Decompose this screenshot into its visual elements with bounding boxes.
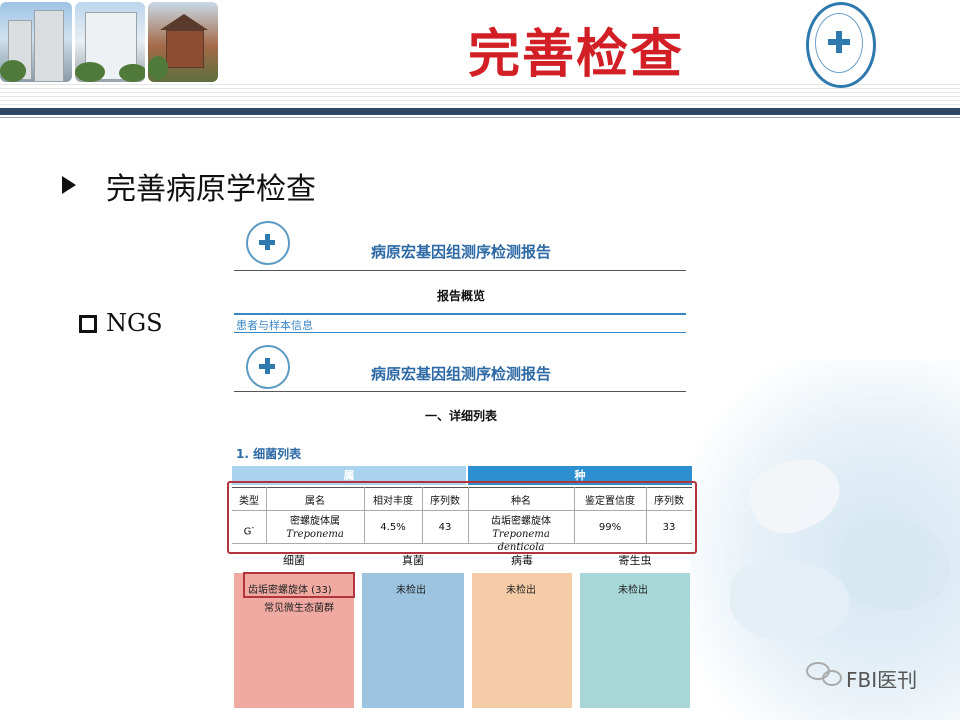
- hospital-seal-icon: [806, 2, 876, 88]
- fungi-result: 未检出: [396, 585, 426, 596]
- hospital-building-photo: [0, 2, 72, 82]
- patient-info-label: 患者与样本信息: [236, 319, 313, 332]
- report-subsection: 1. 细菌列表: [236, 447, 302, 461]
- category-box-parasite: 未检出: [580, 573, 690, 708]
- bullet-text: 完善病原学检查: [106, 172, 316, 207]
- report-title: 病原宏基因组测序检测报告: [370, 243, 551, 261]
- watermark-text: FBI医刊: [846, 668, 918, 692]
- report-rule: [234, 332, 686, 333]
- page-title: 完善检查: [468, 25, 685, 85]
- tree-shape: [0, 60, 26, 82]
- header-stripes: [0, 84, 960, 106]
- pavilion-shape: [166, 30, 204, 68]
- report-overview: 报告概览: [436, 289, 485, 303]
- report-rule: [234, 313, 686, 315]
- wechat-icon-bubble: [822, 670, 842, 686]
- gown-shape: [730, 560, 850, 640]
- report-rule: [234, 391, 686, 392]
- seal-cross-icon: [828, 31, 850, 53]
- tree-shape: [119, 64, 145, 82]
- roof-shape: [160, 14, 208, 30]
- traditional-pavilion-photo: [148, 2, 218, 82]
- highlight-box-result: [243, 572, 355, 598]
- gown-shape: [840, 520, 950, 610]
- building-shape: [34, 10, 64, 82]
- parasite-result: 未检出: [618, 585, 648, 596]
- hospital-tower-photo: [75, 2, 145, 82]
- category-label-parasite: 寄生虫: [618, 554, 652, 567]
- category-label-bacteria: 细菌: [283, 554, 305, 567]
- category-label-fungi: 真菌: [402, 554, 424, 567]
- report-title-2: 病原宏基因组测序检测报告: [370, 365, 551, 383]
- report-section: 一、详细列表: [424, 409, 497, 423]
- virus-result: 未检出: [506, 585, 536, 596]
- highlight-box-table: [227, 481, 697, 554]
- header-rule: [0, 108, 960, 115]
- ngs-label: NGS: [106, 309, 163, 337]
- arrow-bullet-icon: [62, 176, 76, 194]
- report-rule: [234, 270, 686, 271]
- header-rule-thin: [0, 117, 960, 118]
- tree-shape: [148, 56, 168, 80]
- category-box-virus: 未检出: [472, 573, 572, 708]
- category-box-fungi: 未检出: [362, 573, 464, 708]
- bacteria-note: 常见微生态菌群: [264, 603, 334, 614]
- glove-shape: [739, 444, 851, 546]
- tree-shape: [75, 62, 105, 82]
- category-label-virus: 病毒: [511, 554, 533, 567]
- square-bullet-icon: [79, 315, 97, 333]
